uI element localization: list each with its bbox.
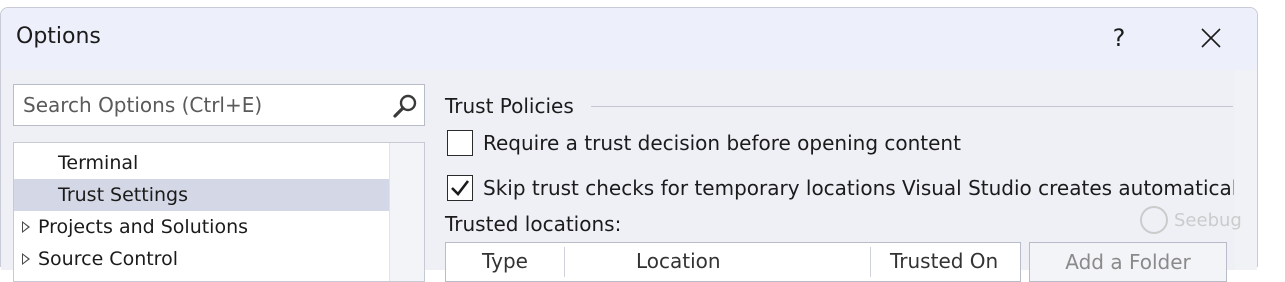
options-tree[interactable]: Terminal Trust Settings Projects and Sol… bbox=[13, 142, 425, 282]
close-button[interactable] bbox=[1185, 16, 1237, 60]
skip-temp-locations-checkbox[interactable] bbox=[447, 175, 473, 201]
trusted-locations-label: Trusted locations: bbox=[445, 212, 622, 236]
tree-item-trust-settings[interactable]: Trust Settings bbox=[14, 179, 390, 211]
search-input[interactable] bbox=[14, 85, 393, 125]
column-separator bbox=[564, 247, 565, 277]
watermark: Seebug bbox=[1140, 205, 1242, 235]
require-trust-decision-checkbox[interactable] bbox=[447, 130, 473, 156]
search-icon[interactable] bbox=[392, 93, 418, 119]
column-separator bbox=[870, 247, 871, 277]
dialog-title: Options bbox=[16, 24, 101, 49]
tree-item-label: Terminal bbox=[58, 152, 139, 174]
settings-pane: Require a trust decision before opening … bbox=[441, 70, 1234, 270]
add-folder-button[interactable]: Add a Folder bbox=[1029, 242, 1227, 282]
column-header-type[interactable]: Type bbox=[482, 249, 528, 273]
close-icon bbox=[1201, 28, 1221, 48]
trusted-locations-table[interactable]: Type Location Trusted On bbox=[445, 242, 1021, 282]
tree-item-terminal[interactable]: Terminal bbox=[14, 147, 390, 179]
help-button[interactable]: ? bbox=[1093, 16, 1145, 60]
checkbox-label: Skip trust checks for temporary location… bbox=[483, 176, 1234, 200]
search-box bbox=[13, 84, 425, 126]
expand-arrow-icon[interactable] bbox=[22, 253, 30, 265]
settings-scrollbar[interactable] bbox=[1235, 70, 1257, 270]
seebug-logo-icon bbox=[1140, 206, 1168, 234]
tree-item-projects-and-solutions[interactable]: Projects and Solutions bbox=[14, 211, 390, 243]
checkbox-label: Require a trust decision before opening … bbox=[483, 131, 961, 155]
tree-item-source-control[interactable]: Source Control bbox=[14, 243, 390, 275]
tree-item-label: Projects and Solutions bbox=[38, 216, 249, 238]
tree-item-label: Source Control bbox=[38, 248, 178, 270]
column-header-location[interactable]: Location bbox=[636, 249, 721, 273]
options-dialog: Options ? Terminal Trust Settings bbox=[0, 7, 1258, 282]
tree-scrollbar[interactable] bbox=[389, 143, 424, 281]
column-header-trusted-on[interactable]: Trusted On bbox=[890, 249, 998, 273]
tree-item-label: Trust Settings bbox=[58, 184, 188, 206]
checkmark-icon bbox=[451, 180, 470, 196]
dialog-client-area: Terminal Trust Settings Projects and Sol… bbox=[1, 70, 1257, 282]
title-bar: Options ? bbox=[1, 8, 1257, 70]
watermark-text: Seebug bbox=[1174, 209, 1242, 231]
expand-arrow-icon[interactable] bbox=[22, 221, 30, 233]
